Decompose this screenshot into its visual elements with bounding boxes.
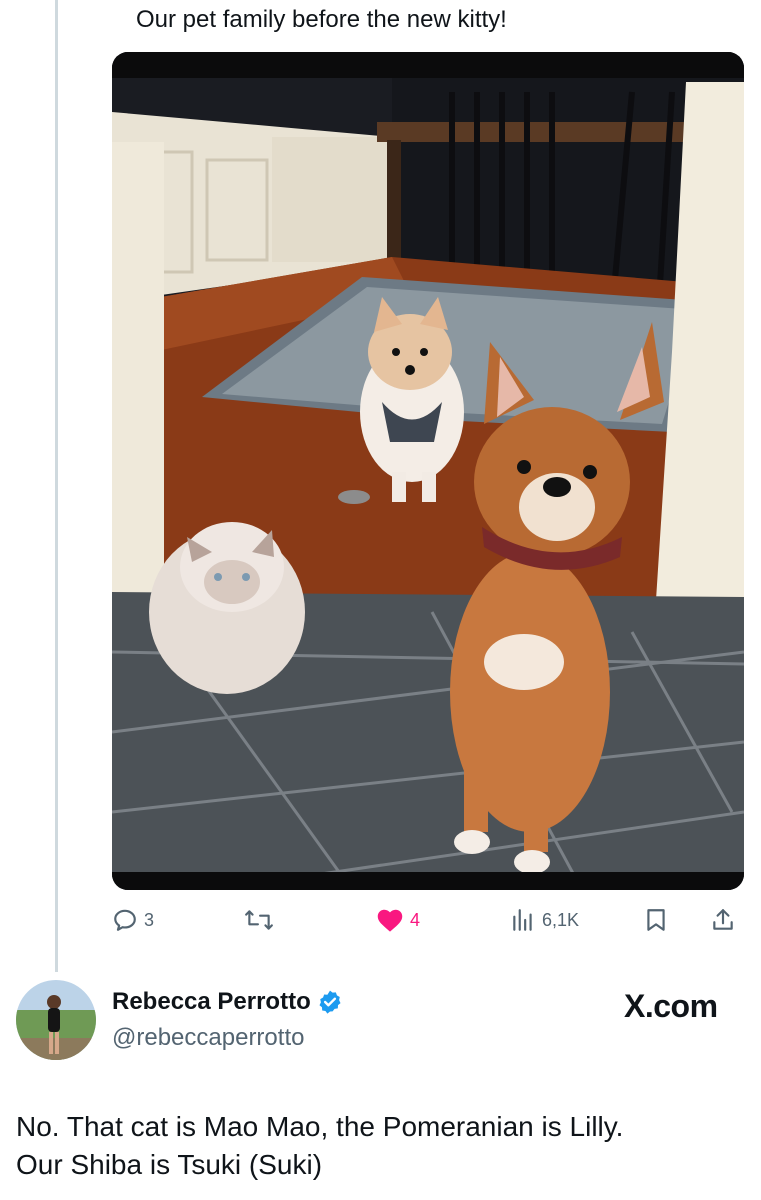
- bookmark-button[interactable]: [644, 900, 668, 940]
- views-button[interactable]: 6,1K: [510, 900, 579, 940]
- thread-connector-line: [55, 0, 58, 972]
- reply-count: 3: [144, 909, 155, 930]
- verified-icon: [319, 990, 341, 1014]
- reply-text: No. That cat is Mao Mao, the Pomeranian …: [16, 1108, 746, 1184]
- post-action-bar: 3 4 6,1K: [112, 900, 744, 944]
- repost-icon: [245, 910, 273, 930]
- avatar[interactable]: [16, 980, 96, 1060]
- x-brand-watermark: X.com: [624, 988, 718, 1024]
- share-button[interactable]: [710, 900, 736, 940]
- post-caption: Our pet family before the new kitty!: [136, 6, 507, 33]
- share-icon: [713, 909, 733, 930]
- post-media-photo[interactable]: [112, 52, 744, 890]
- repost-button[interactable]: [244, 900, 274, 940]
- views-icon: [513, 909, 532, 931]
- like-icon: [377, 909, 403, 932]
- views-count: 6,1K: [542, 909, 580, 930]
- reply-button[interactable]: 3: [112, 900, 154, 940]
- pets-photo-illustration: [112, 52, 744, 890]
- like-button[interactable]: 4: [376, 900, 420, 940]
- author-name-row: Rebecca Perrotto: [112, 988, 343, 1016]
- author-handle[interactable]: @rebeccaperrotto: [112, 1024, 304, 1052]
- author-display-name[interactable]: Rebecca Perrotto: [112, 988, 311, 1016]
- reply-icon: [114, 909, 136, 931]
- like-count: 4: [410, 909, 421, 930]
- bookmark-icon: [647, 909, 665, 931]
- profile-photo: [16, 980, 96, 1060]
- reply-text-line-1: No. That cat is Mao Mao, the Pomeranian …: [16, 1111, 624, 1142]
- reply-text-line-2: Our Shiba is Tsuki (Suki): [16, 1149, 323, 1180]
